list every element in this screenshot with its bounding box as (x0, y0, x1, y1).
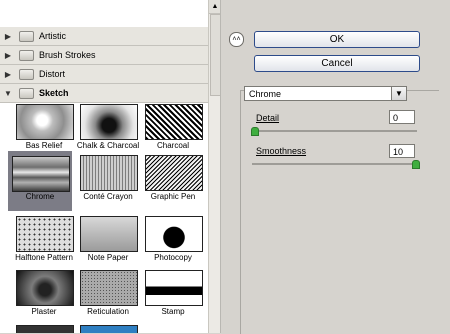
filter-preview (145, 216, 203, 252)
detail-input[interactable]: 0 (389, 110, 415, 124)
ok-button[interactable]: OK (254, 31, 420, 48)
filter-preview (145, 155, 203, 191)
smoothness-slider[interactable] (252, 160, 420, 169)
filter-thumb-plaster[interactable]: Plaster (12, 270, 76, 320)
category-distort[interactable]: ▶ Distort (0, 65, 208, 84)
filter-thumb-conte-crayon[interactable]: Conté Crayon (76, 155, 140, 205)
filter-thumb-chalk-charcoal[interactable]: Chalk & Charcoal (76, 104, 140, 154)
filter-thumb-partial[interactable] (12, 325, 76, 333)
filter-label: Charcoal (156, 141, 189, 150)
filter-preview (16, 216, 74, 252)
expand-arrow-icon[interactable]: ▶ (3, 32, 13, 41)
arrow-up-icon[interactable]: ▲ (209, 0, 220, 14)
category-label: Artistic (39, 31, 66, 41)
filter-label: Stamp (161, 307, 185, 316)
smoothness-slider-handle[interactable] (412, 160, 420, 169)
filter-select-value: Chrome (249, 89, 282, 99)
folder-icon (19, 49, 34, 61)
category-label: Brush Strokes (39, 50, 96, 60)
filter-thumb-reticulation[interactable]: Reticulation (76, 270, 140, 320)
filter-preview (16, 325, 74, 333)
filter-thumb-stamp[interactable]: Stamp (141, 270, 205, 320)
category-label: Distort (39, 69, 66, 79)
filter-preview (16, 270, 74, 306)
filter-preview (80, 325, 138, 333)
cancel-button[interactable]: Cancel (254, 55, 420, 72)
filter-gallery: ▶ Artistic ▶ Brush Strokes ▶ Distort ▼ S… (0, 0, 221, 333)
filter-preview (80, 270, 138, 306)
scrollbar-thumb[interactable] (210, 14, 220, 96)
smoothness-input[interactable]: 10 (389, 144, 415, 158)
filter-label: Chrome (25, 192, 55, 201)
filter-preview (80, 155, 138, 191)
smoothness-label: Smoothness (256, 146, 307, 156)
filter-preview (12, 156, 70, 192)
category-label: Sketch (39, 88, 69, 98)
folder-icon (19, 87, 34, 99)
filter-preview (145, 104, 203, 140)
filter-thumb-bas-relief[interactable]: Bas Relief (12, 104, 76, 154)
filter-preview (16, 104, 74, 140)
filter-thumb-charcoal[interactable]: Charcoal (141, 104, 205, 154)
filter-label: Photocopy (154, 253, 192, 262)
detail-label: Detail (256, 113, 280, 123)
filter-thumb-partial[interactable] (76, 325, 140, 333)
filter-thumb-halftone-pattern[interactable]: Halftone Pattern (12, 216, 76, 266)
detail-slider-handle[interactable] (251, 127, 259, 136)
filter-preview (80, 216, 138, 252)
filter-label: Graphic Pen (150, 192, 196, 201)
gallery-scrollbar[interactable]: ▲ (208, 0, 220, 333)
filter-preview (80, 104, 138, 140)
chevron-down-icon[interactable]: ▼ (391, 87, 406, 100)
expand-arrow-icon[interactable]: ▶ (3, 70, 13, 79)
folder-icon (19, 68, 34, 80)
expand-arrow-icon[interactable]: ▶ (3, 51, 13, 60)
category-artistic[interactable]: ▶ Artistic (0, 27, 208, 46)
filter-thumb-chrome[interactable]: Chrome (8, 151, 72, 211)
filter-thumb-photocopy[interactable]: Photocopy (141, 216, 205, 266)
filter-thumb-note-paper[interactable]: Note Paper (76, 216, 140, 266)
folder-icon (19, 30, 34, 42)
filter-thumb-graphic-pen[interactable]: Graphic Pen (141, 155, 205, 205)
filter-options-panel (240, 90, 439, 334)
category-sketch[interactable]: ▼ Sketch (0, 84, 208, 103)
filter-preview (145, 270, 203, 306)
filter-select[interactable]: Chrome ▼ (244, 86, 407, 101)
category-brush-strokes[interactable]: ▶ Brush Strokes (0, 46, 208, 65)
collapse-arrow-icon[interactable]: ▼ (3, 89, 13, 98)
double-chevron-up-icon[interactable]: ˄˄ (229, 32, 244, 47)
detail-slider[interactable] (251, 127, 417, 136)
